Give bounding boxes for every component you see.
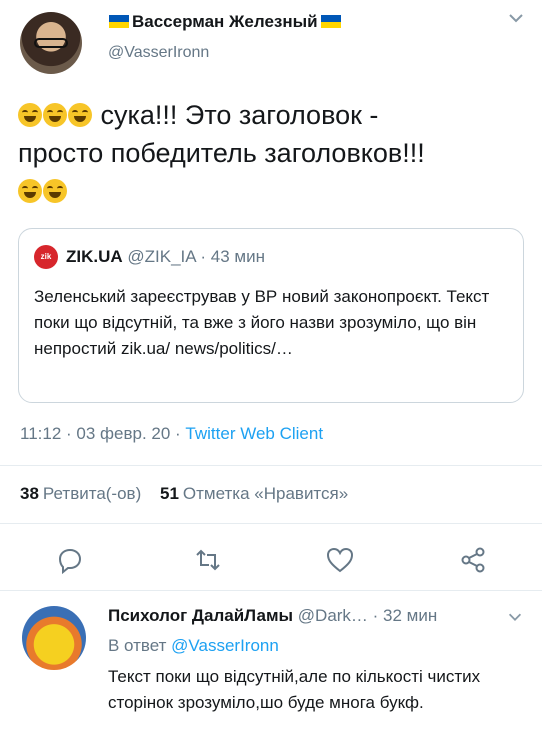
chevron-down-icon[interactable]	[506, 608, 524, 626]
reply-author-avatar[interactable]	[22, 606, 86, 670]
like-icon[interactable]	[325, 545, 355, 575]
quoted-meta: @ZIK_IA · 43 мин	[122, 247, 265, 266]
quoted-header: ZIK.UA @ZIK_IA · 43 мин	[66, 246, 265, 268]
author-name-text: Вассерман Железный	[132, 12, 318, 31]
divider	[0, 523, 542, 524]
tweet-text: сука!!! Это заголовок - просто победител…	[18, 96, 523, 210]
tweet-stats: 38 Ретвита(-ов) 51 Отметка «Нравится»	[20, 484, 348, 504]
quoted-text: Зеленський зареєстрував у ВР новий закон…	[34, 287, 490, 358]
reply-to-handle[interactable]: @VasserIronn	[171, 636, 279, 655]
laughing-emoji-icon	[43, 179, 67, 203]
share-icon[interactable]	[458, 545, 488, 575]
reply-header: Психолог ДалайЛамы @Dark… · 32 мин	[108, 606, 437, 626]
retweets-stat[interactable]: 38 Ретвита(-ов)	[20, 484, 141, 503]
laughing-emoji-icon	[43, 103, 67, 127]
tweet-line-1: сука!!! Это заголовок -	[18, 96, 523, 134]
author-name[interactable]: Вассерман Железный	[106, 10, 344, 34]
reply-icon[interactable]	[55, 545, 85, 575]
laughing-emoji-icon	[68, 103, 92, 127]
author-avatar[interactable]	[20, 12, 82, 74]
author-handle[interactable]: @VasserIronn	[108, 44, 209, 62]
tweet-timestamp: 11:12 · 03 февр. 20 ·	[20, 424, 186, 443]
tweet-client-link[interactable]: Twitter Web Client	[185, 424, 323, 443]
tweet-line-2: просто победитель заголовков!!!	[18, 138, 425, 168]
ukraine-flag-icon	[109, 15, 129, 28]
chevron-down-icon[interactable]	[506, 8, 526, 28]
tweet-line-3	[18, 172, 523, 210]
laughing-emoji-icon	[18, 179, 42, 203]
divider	[0, 590, 542, 591]
laughing-emoji-icon	[18, 103, 42, 127]
reply-to-line: В ответ @VasserIronn	[108, 636, 279, 655]
reply-author-name[interactable]: Психолог ДалайЛамы	[108, 606, 293, 625]
zik-logo-icon: zik	[34, 245, 58, 269]
likes-stat[interactable]: 51 Отметка «Нравится»	[160, 484, 348, 503]
tweet-meta: 11:12 · 03 февр. 20 · Twitter Web Client	[20, 424, 323, 444]
reply-text: Текст поки що відсутній,але по кількості…	[108, 667, 481, 712]
retweet-icon[interactable]	[193, 545, 223, 575]
ukraine-flag-icon	[320, 15, 341, 28]
quoted-author-name: ZIK.UA	[66, 247, 123, 266]
divider	[0, 465, 542, 466]
reply-meta: @Dark… · 32 мин	[293, 606, 438, 625]
